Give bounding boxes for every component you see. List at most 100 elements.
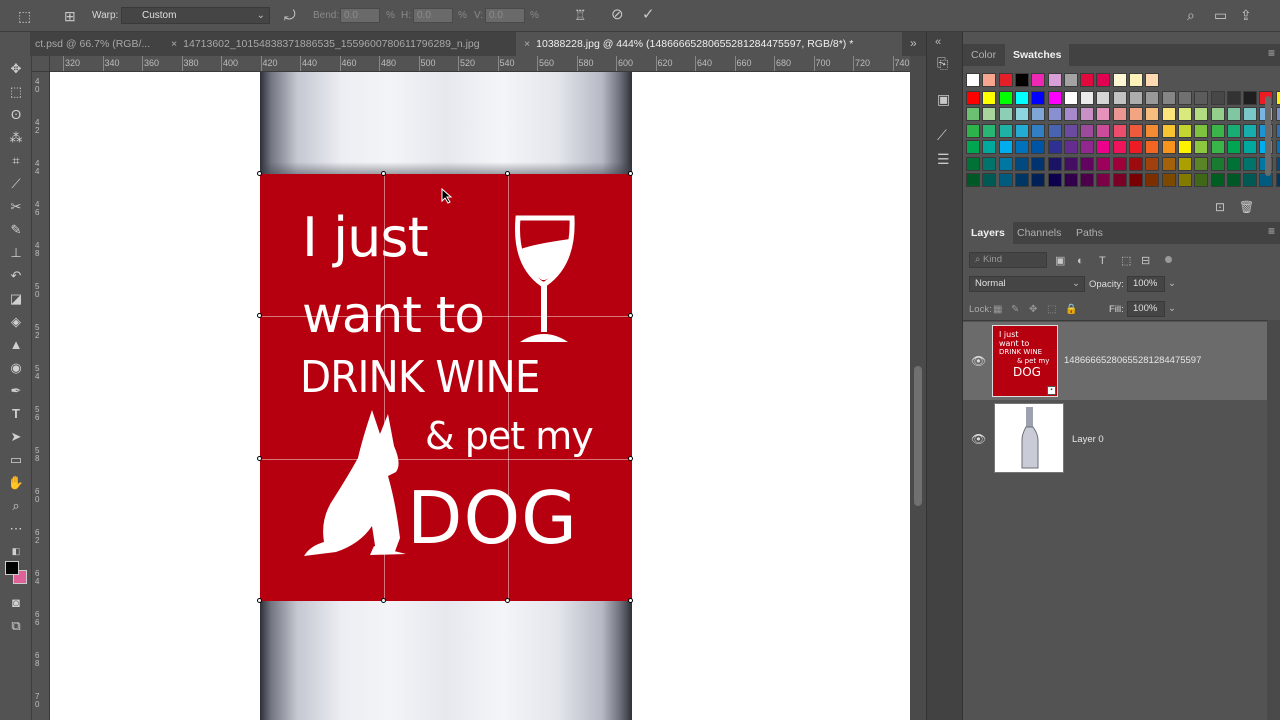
tab-layers[interactable]: Layers: [963, 222, 1013, 244]
warp-handle[interactable]: [505, 171, 510, 176]
color-swatch[interactable]: [1080, 156, 1095, 171]
color-swatch[interactable]: [1145, 90, 1160, 105]
type-tool-icon[interactable]: T: [7, 405, 25, 423]
color-swatch[interactable]: [1177, 90, 1192, 105]
close-icon[interactable]: ×: [524, 38, 530, 50]
color-swatch[interactable]: [1177, 123, 1192, 138]
warp-handle[interactable]: [257, 598, 262, 603]
color-swatch[interactable]: [1243, 107, 1258, 121]
color-swatch[interactable]: [998, 90, 1013, 105]
visibility-eye-icon[interactable]: 👁: [971, 354, 986, 368]
color-swatch[interactable]: [1129, 107, 1143, 121]
color-swatch[interactable]: [1210, 156, 1225, 171]
rectangle-tool-icon[interactable]: ▭: [7, 451, 25, 469]
color-swatch[interactable]: [1129, 140, 1143, 154]
blend-mode-select[interactable]: Normal ⌄: [969, 276, 1085, 292]
new-swatch-icon[interactable]: ⊡: [1215, 200, 1225, 214]
lasso-tool-icon[interactable]: ʘ: [7, 106, 25, 124]
color-swatch[interactable]: [1063, 140, 1078, 154]
color-swatch[interactable]: [1063, 173, 1078, 187]
color-swatch[interactable]: [1275, 90, 1280, 105]
bend-input[interactable]: 0.0: [340, 8, 380, 23]
layers-scrollbar[interactable]: [1267, 320, 1280, 720]
color-swatch[interactable]: [1275, 173, 1280, 187]
warp-handle[interactable]: [257, 171, 262, 176]
color-swatch[interactable]: [1226, 156, 1241, 171]
color-swatch[interactable]: [1031, 90, 1046, 105]
color-swatch[interactable]: [1161, 140, 1176, 154]
color-swatch[interactable]: [1080, 140, 1095, 154]
filter-smart-object-icon[interactable]: ⊟: [1141, 254, 1150, 268]
adjustments-panel-icon[interactable]: ⟋: [937, 128, 947, 142]
color-swatch[interactable]: [1275, 123, 1280, 138]
color-swatch[interactable]: [1161, 123, 1176, 138]
lock-all-icon[interactable]: 🔒: [1065, 303, 1077, 317]
color-swatch[interactable]: [1014, 73, 1029, 87]
color-swatch[interactable]: [1031, 73, 1046, 87]
color-swatch[interactable]: [1129, 123, 1143, 138]
color-swatch[interactable]: [1096, 90, 1111, 105]
color-swatch[interactable]: [1161, 156, 1176, 171]
color-swatch[interactable]: [1014, 123, 1029, 138]
libraries-panel-icon[interactable]: ▣: [937, 92, 950, 106]
color-swatch[interactable]: [1210, 173, 1225, 187]
color-swatch[interactable]: [1145, 107, 1160, 121]
color-swatch[interactable]: [1226, 107, 1241, 121]
document-canvas[interactable]: I just want to DRINK WINE & pet my DOG: [50, 72, 910, 720]
color-swatch[interactable]: [1014, 107, 1029, 121]
color-swatch[interactable]: [1031, 140, 1046, 154]
color-swatch[interactable]: [1194, 173, 1209, 187]
screen-mode-icon[interactable]: ⧉: [7, 617, 25, 635]
color-swatch[interactable]: [1177, 140, 1192, 154]
lock-transparent-icon[interactable]: ▦: [993, 303, 1002, 317]
marquee-tool-icon[interactable]: ⬚: [7, 83, 25, 101]
eyedropper-tool-icon[interactable]: ⟋: [7, 175, 25, 193]
color-swatch[interactable]: [982, 90, 997, 105]
color-swatch[interactable]: [1129, 73, 1143, 87]
color-swatch[interactable]: [966, 107, 980, 121]
fill-input[interactable]: 100% ⌄: [1127, 301, 1176, 317]
zoom-tool-icon[interactable]: ⌕: [7, 497, 25, 515]
color-swatch[interactable]: [966, 90, 980, 105]
color-swatch[interactable]: [1063, 90, 1078, 105]
warp-handle[interactable]: [628, 171, 633, 176]
color-swatch[interactable]: [1226, 173, 1241, 187]
filter-toggle-icon[interactable]: [1165, 256, 1172, 263]
color-swatch[interactable]: [1063, 107, 1078, 121]
chevron-down-icon[interactable]: ⌄: [1168, 302, 1176, 316]
foreground-color-swatch[interactable]: [5, 561, 19, 575]
color-swatch[interactable]: [982, 140, 997, 154]
color-swatch[interactable]: [1243, 123, 1258, 138]
lock-artboard-icon[interactable]: ⬚: [1047, 303, 1056, 317]
warp-handle[interactable]: [628, 456, 633, 461]
color-swatch[interactable]: [1112, 90, 1127, 105]
color-swatch[interactable]: [1063, 73, 1078, 87]
color-swatch[interactable]: [1145, 156, 1160, 171]
color-swatch[interactable]: [1145, 173, 1160, 187]
history-brush-tool-icon[interactable]: ↶: [7, 267, 25, 285]
warp-handle[interactable]: [628, 598, 633, 603]
warp-handle[interactable]: [381, 598, 386, 603]
change-orientation-icon[interactable]: ⤾: [284, 8, 296, 22]
tab-overflow-icon[interactable]: »: [910, 36, 917, 50]
layer-name[interactable]: Layer 0: [1072, 434, 1104, 445]
color-swatch[interactable]: [1014, 156, 1029, 171]
properties-panel-icon[interactable]: ☰: [937, 152, 950, 166]
color-swatch[interactable]: [1014, 140, 1029, 154]
color-swatch[interactable]: [1177, 156, 1192, 171]
color-swatch[interactable]: [1129, 90, 1143, 105]
color-swatch[interactable]: [998, 123, 1013, 138]
color-swatch[interactable]: [966, 156, 980, 171]
color-swatch[interactable]: [1226, 140, 1241, 154]
color-swatch[interactable]: [1145, 73, 1160, 87]
color-swatch[interactable]: [966, 123, 980, 138]
color-swatch[interactable]: [1210, 140, 1225, 154]
tab-channels[interactable]: Channels: [1009, 222, 1069, 244]
color-swatch[interactable]: [1096, 107, 1111, 121]
v-input[interactable]: 0.0: [485, 8, 525, 23]
cancel-transform-icon[interactable]: ⊘: [611, 7, 624, 22]
h-input[interactable]: 0.0: [413, 8, 453, 23]
color-swatch[interactable]: [1047, 107, 1062, 121]
chevron-down-icon[interactable]: ⌄: [1168, 277, 1176, 291]
swatches-scroll-thumb[interactable]: [1265, 96, 1271, 176]
